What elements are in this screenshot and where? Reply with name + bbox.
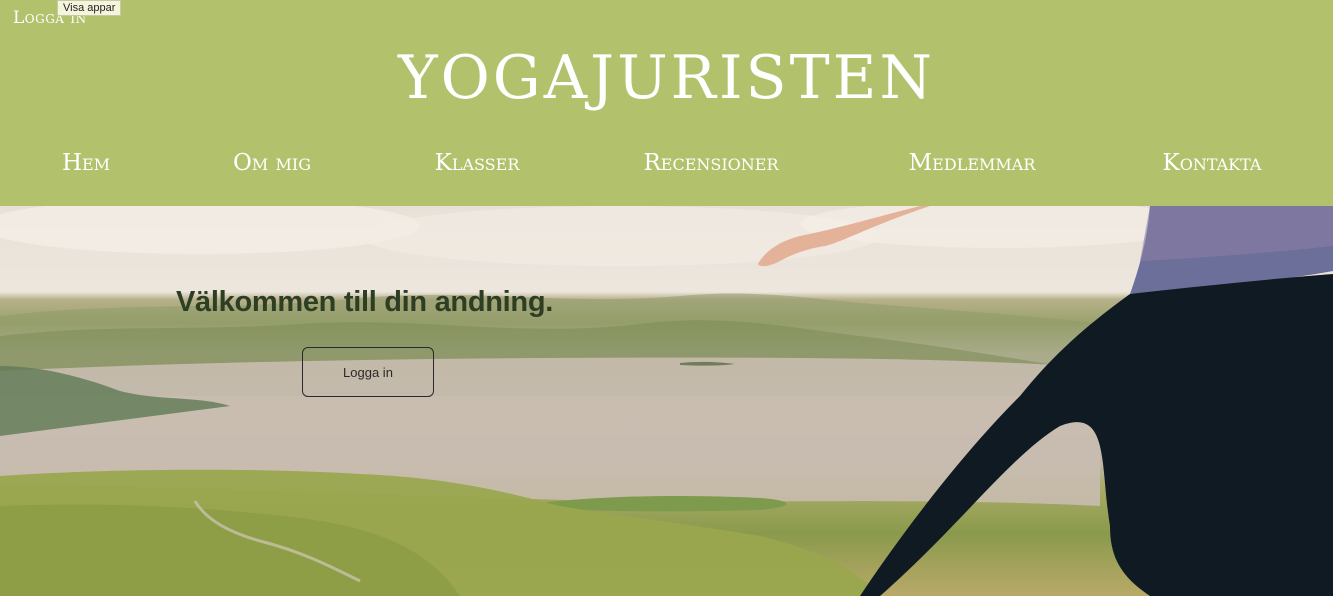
nav-item-recensioner[interactable]: Recensioner [643, 150, 778, 176]
hero-heading: Välkommen till din andning. [176, 286, 553, 318]
hero-login-button[interactable]: Logga in [302, 347, 434, 397]
hero-background-image [0, 206, 1333, 596]
show-apps-tooltip: Visa appar [57, 0, 122, 16]
site-header: Logga in Visa appar YOGAJURISTEN Hem Om … [0, 0, 1333, 206]
site-title[interactable]: YOGAJURISTEN [0, 38, 1333, 118]
nav-item-klasser[interactable]: Klasser [435, 150, 520, 176]
nav-item-medlemmar[interactable]: Medlemmar [909, 150, 1036, 176]
nav-item-om-mig[interactable]: Om mig [233, 150, 311, 176]
main-nav: Hem Om mig Klasser Recensioner Medlemmar… [0, 150, 1333, 190]
nav-item-kontakta[interactable]: Kontakta [1163, 150, 1262, 176]
hero-section: Välkommen till din andning. Logga in [0, 206, 1333, 596]
nav-item-hem[interactable]: Hem [62, 150, 110, 176]
